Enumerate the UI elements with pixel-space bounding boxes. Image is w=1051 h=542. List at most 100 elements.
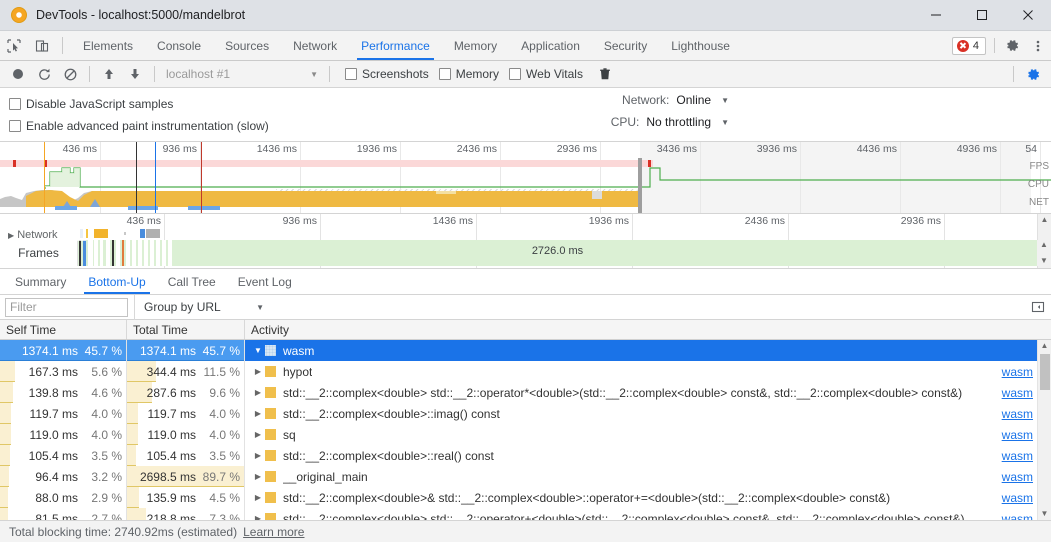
- table-row[interactable]: 96.4 ms 3.2 % 2698.5 ms 89.7 % ▶ __origi…: [0, 466, 1051, 487]
- triangle-right-icon[interactable]: ▶: [251, 514, 265, 520]
- total-time-value: 344.4 ms: [147, 365, 196, 379]
- scroll-down-icon[interactable]: ▼: [1040, 257, 1048, 265]
- kebab-menu-icon[interactable]: [1025, 31, 1051, 60]
- tab-sources[interactable]: Sources: [213, 31, 281, 60]
- tab-security[interactable]: Security: [592, 31, 659, 60]
- activity-source-link[interactable]: wasm: [1002, 491, 1033, 505]
- screenshots-checkbox[interactable]: Screenshots: [345, 67, 429, 81]
- tab-application[interactable]: Application: [509, 31, 592, 60]
- profile-select[interactable]: localhost #1 ▼: [162, 64, 322, 84]
- column-header-self-time[interactable]: Self Time: [0, 320, 127, 339]
- minimize-icon[interactable]: [913, 0, 959, 31]
- reload-record-icon[interactable]: [32, 63, 56, 85]
- triangle-right-icon[interactable]: ▶: [251, 409, 265, 418]
- scroll-up-icon[interactable]: ▲: [1041, 342, 1049, 350]
- network-label: Network:: [622, 93, 669, 107]
- tab-console[interactable]: Console: [145, 31, 213, 60]
- tab-memory[interactable]: Memory: [442, 31, 509, 60]
- show-sidebar-icon[interactable]: [1025, 300, 1051, 314]
- table-row[interactable]: 1374.1 ms 45.7 % 1374.1 ms 45.7 % ▼ wasm: [0, 340, 1051, 361]
- table-row[interactable]: 139.8 ms 4.6 % 287.6 ms 9.6 % ▶ std::__2…: [0, 382, 1051, 403]
- tabbar-divider-right: [994, 38, 995, 53]
- network-throttling-control[interactable]: Network: Online ▼: [622, 93, 729, 107]
- tab-label: Lighthouse: [671, 39, 730, 53]
- column-header-activity[interactable]: Activity: [245, 320, 1051, 339]
- maximize-icon[interactable]: [959, 0, 1005, 31]
- device-toggle-icon[interactable]: [28, 31, 56, 60]
- subtab-event-log[interactable]: Event Log: [227, 269, 303, 294]
- subtab-label: Bottom-Up: [88, 275, 145, 289]
- group-by-select[interactable]: Group by URL ▼: [144, 300, 264, 314]
- self-time-value: 96.4 ms: [35, 470, 78, 484]
- overview-selection-handle-right[interactable]: [638, 158, 642, 213]
- flamechart-frames-track[interactable]: 2726.0 ms: [78, 240, 1037, 266]
- flamechart-panel[interactable]: 436 ms 936 ms 1436 ms 1936 ms 2436 ms 29…: [0, 214, 1051, 269]
- triangle-right-icon[interactable]: ▶: [251, 472, 265, 481]
- subtab-bottom-up[interactable]: Bottom-Up: [77, 269, 156, 294]
- subtab-summary[interactable]: Summary: [4, 269, 77, 294]
- subtab-label: Summary: [15, 275, 66, 289]
- activity-source-link[interactable]: wasm: [1002, 365, 1033, 379]
- activity-source-link[interactable]: wasm: [1002, 386, 1033, 400]
- triangle-right-icon[interactable]: ▶: [251, 388, 265, 397]
- activity-source-link[interactable]: wasm: [1002, 470, 1033, 484]
- activity-source-link[interactable]: wasm: [1002, 428, 1033, 442]
- web-vitals-checkbox[interactable]: Web Vitals: [509, 67, 583, 81]
- scroll-down-icon[interactable]: ▼: [1041, 510, 1049, 518]
- trash-icon[interactable]: [593, 63, 617, 85]
- triangle-right-icon[interactable]: ▶: [251, 451, 265, 460]
- table-row[interactable]: 119.0 ms 4.0 % 119.0 ms 4.0 % ▶ sq wasm: [0, 424, 1051, 445]
- column-header-total-time[interactable]: Total Time: [127, 320, 245, 339]
- table-row[interactable]: 105.4 ms 3.5 % 105.4 ms 3.5 % ▶ std::__2…: [0, 445, 1051, 466]
- error-count-badge[interactable]: 4: [952, 37, 986, 55]
- load-profile-icon[interactable]: [97, 63, 121, 85]
- close-icon[interactable]: [1005, 0, 1051, 31]
- table-row[interactable]: 88.0 ms 2.9 % 135.9 ms 4.5 % ▶ std::__2:…: [0, 487, 1051, 508]
- activity-source-link[interactable]: wasm: [1002, 449, 1033, 463]
- frames-scrollbar[interactable]: ▲ ▼: [1037, 240, 1051, 266]
- inspect-cursor-icon[interactable]: [0, 31, 28, 60]
- flamechart-frames-track-label[interactable]: Frames: [0, 240, 78, 266]
- details-subtabs: Summary Bottom-Up Call Tree Event Log: [0, 269, 1051, 295]
- cell-total-time: 344.4 ms 11.5 %: [127, 361, 245, 382]
- disable-js-samples-row: Disable JavaScript samples: [0, 93, 1051, 115]
- table-row[interactable]: 167.3 ms 5.6 % 344.4 ms 11.5 % ▶ hypot w…: [0, 361, 1051, 382]
- total-time-value: 135.9 ms: [147, 491, 196, 505]
- filter-input[interactable]: [5, 298, 128, 317]
- subtab-call-tree[interactable]: Call Tree: [157, 269, 227, 294]
- tab-network[interactable]: Network: [281, 31, 349, 60]
- flamechart-network-track-label[interactable]: ▶ Network: [8, 229, 86, 241]
- memory-checkbox[interactable]: Memory: [439, 67, 499, 81]
- gear-icon-active[interactable]: [1021, 63, 1045, 85]
- table-row[interactable]: 119.7 ms 4.0 % 119.7 ms 4.0 % ▶ std::__2…: [0, 403, 1051, 424]
- status-bar: Total blocking time: 2740.92ms (estimate…: [0, 520, 1051, 542]
- save-profile-icon[interactable]: [123, 63, 147, 85]
- scroll-up-icon[interactable]: ▲: [1041, 216, 1049, 224]
- triangle-right-icon[interactable]: ▶: [251, 367, 265, 376]
- toolbar-divider-4: [1013, 66, 1014, 82]
- triangle-right-icon[interactable]: ▶: [251, 430, 265, 439]
- triangle-down-icon[interactable]: ▼: [251, 346, 265, 355]
- clear-prohibited-icon[interactable]: [58, 63, 82, 85]
- timeline-overview[interactable]: 436 ms 936 ms 1436 ms 1936 ms 2436 ms 29…: [0, 142, 1051, 214]
- tab-lighthouse[interactable]: Lighthouse: [659, 31, 742, 60]
- advanced-paint-checkbox[interactable]: Enable advanced paint instrumentation (s…: [9, 119, 269, 133]
- cell-self-time: 81.5 ms 2.7 %: [0, 508, 127, 520]
- total-time-percent: 4.0 %: [196, 407, 240, 421]
- scroll-up-icon[interactable]: ▲: [1040, 241, 1048, 249]
- table-row[interactable]: 81.5 ms 2.7 % 218.8 ms 7.3 % ▶ std::__2:…: [0, 508, 1051, 520]
- scrollbar-thumb[interactable]: [1040, 354, 1050, 390]
- self-time-value: 139.8 ms: [29, 386, 78, 400]
- learn-more-link[interactable]: Learn more: [243, 525, 304, 539]
- tab-elements[interactable]: Elements: [71, 31, 145, 60]
- record-circle-icon[interactable]: [6, 63, 30, 85]
- cell-self-time: 119.7 ms 4.0 %: [0, 403, 127, 424]
- activity-source-link[interactable]: wasm: [1002, 512, 1033, 521]
- gear-icon[interactable]: [999, 31, 1025, 60]
- tab-performance[interactable]: Performance: [349, 31, 442, 60]
- disable-js-samples-checkbox[interactable]: Disable JavaScript samples: [9, 97, 173, 111]
- triangle-right-icon[interactable]: ▶: [251, 493, 265, 502]
- activity-source-link[interactable]: wasm: [1002, 407, 1033, 421]
- table-scrollbar[interactable]: ▲ ▼: [1037, 340, 1051, 520]
- cpu-throttling-control[interactable]: CPU: No throttling ▼: [611, 115, 729, 129]
